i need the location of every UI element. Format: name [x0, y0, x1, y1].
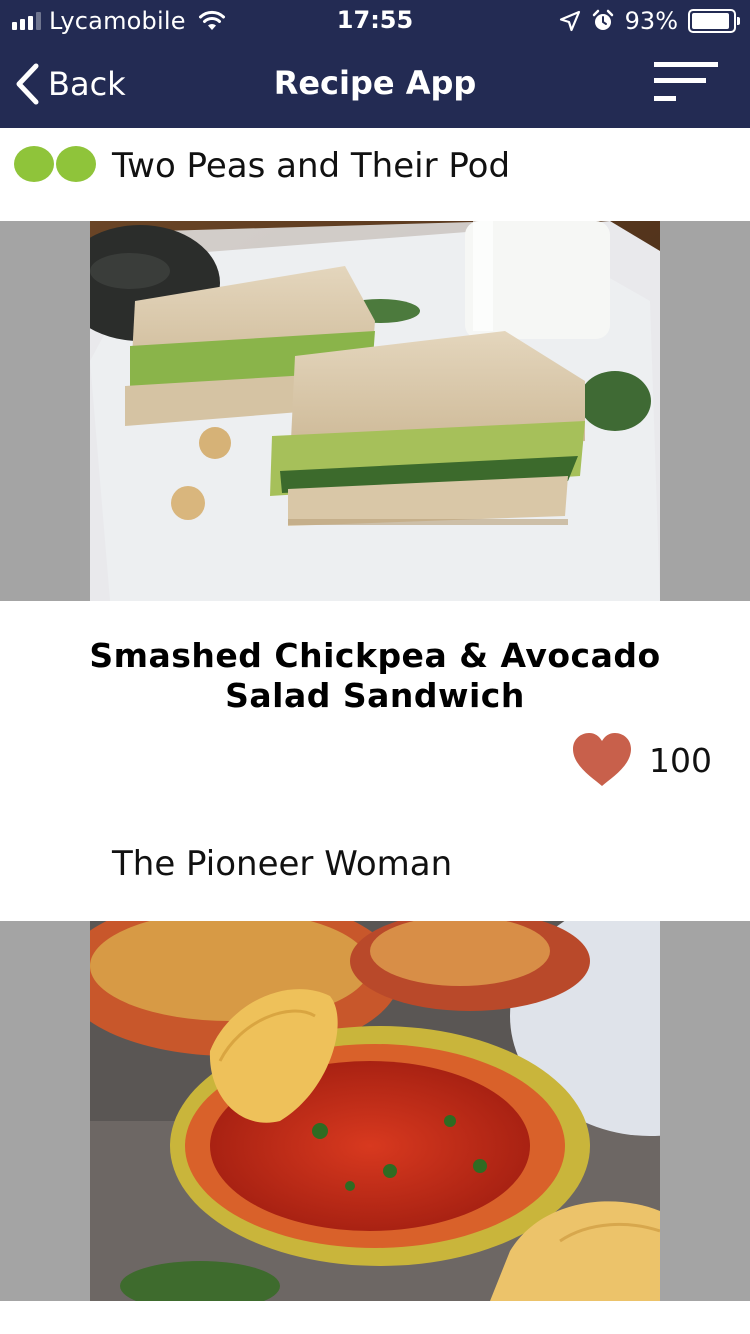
recipe-title-line: Salad Sandwich [225, 676, 525, 715]
location-arrow-icon [559, 10, 580, 32]
salsa-chips-image [90, 921, 660, 1301]
source-name: Two Peas and Their Pod [112, 146, 511, 186]
recipe-title[interactable]: Smashed Chickpea & Avocado Salad Sandwic… [60, 636, 690, 716]
heart-icon[interactable] [571, 732, 633, 788]
menu-line [654, 62, 718, 67]
status-right: 93% [559, 4, 740, 38]
like-count: 100 [649, 740, 712, 780]
top-bar: Lycamobile 17:55 93% Back Recipe App [0, 0, 750, 128]
battery-icon [688, 9, 740, 33]
recipe-image-band [0, 921, 750, 1301]
source-header[interactable]: Two Peas and Their Pod [0, 128, 750, 221]
likes: 100 [571, 732, 712, 788]
alarm-clock-icon [592, 9, 613, 30]
menu-line [654, 78, 706, 83]
recipe-image[interactable] [90, 221, 660, 601]
sort-menu-button[interactable] [650, 60, 720, 108]
recipe-image[interactable] [90, 921, 660, 1301]
page-title: Recipe App [273, 64, 477, 102]
status-bar: Lycamobile 17:55 93% [0, 0, 750, 42]
navigation-bar: Back Recipe App [0, 42, 750, 128]
battery-percent: 93% [624, 7, 678, 35]
source-name: The Pioneer Woman [112, 844, 453, 884]
source-header[interactable]: The Pioneer Woman [0, 820, 750, 913]
chickpea-sandwich-image [90, 221, 660, 601]
menu-line [654, 96, 676, 101]
recipe-title-line: Smashed Chickpea & Avocado [89, 636, 661, 675]
two-peas-logo-icon [14, 142, 98, 186]
recipe-image-band [0, 221, 750, 601]
